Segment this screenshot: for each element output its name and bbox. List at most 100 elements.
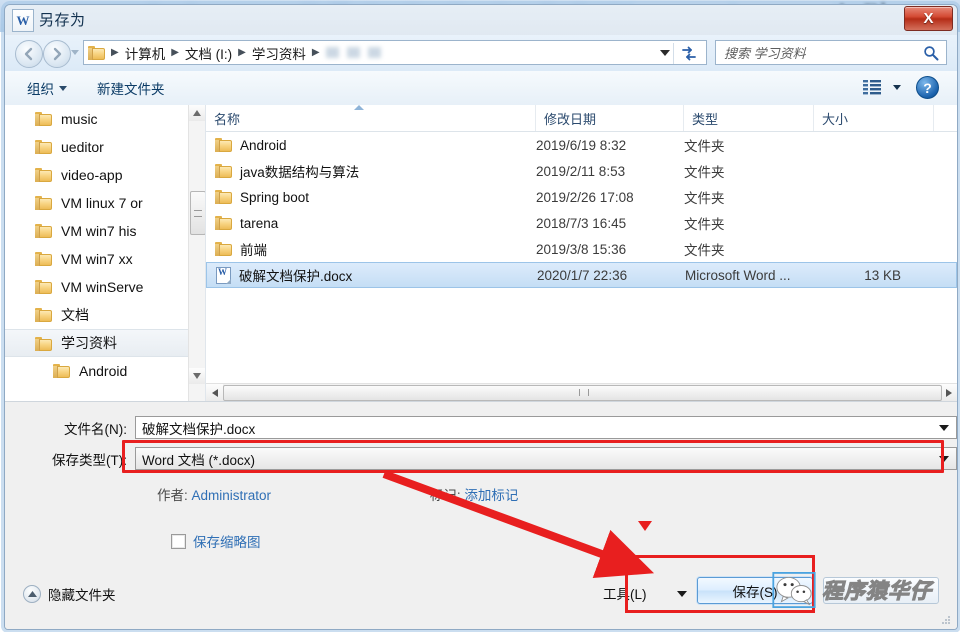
hide-folders-button[interactable]: 隐藏文件夹	[23, 584, 116, 604]
title-bar: W 另存为 X	[5, 5, 957, 35]
close-button[interactable]: X	[904, 6, 953, 31]
hscroll-right-button[interactable]	[940, 384, 957, 401]
tree-scroll-thumb[interactable]	[190, 191, 205, 235]
tree-item-label: Android	[79, 363, 128, 379]
save-thumbnail-option[interactable]: 保存缩略图	[171, 531, 261, 551]
file-type-cell: 文件夹	[684, 191, 725, 206]
address-bar[interactable]: ▶ 计算机 ▶ 文档 (I:) ▶ 学习资料 ▶	[83, 40, 707, 65]
forward-button[interactable]	[43, 40, 71, 68]
caret-down-icon	[193, 373, 201, 379]
file-row[interactable]: 破解文档保护.docx 2020/1/7 22:36 Microsoft Word …	[206, 262, 957, 288]
breadcrumb-overflow	[367, 47, 381, 58]
tree-item[interactable]: Android	[5, 357, 205, 385]
sort-ascending-icon	[354, 105, 364, 110]
breadcrumb-item-1[interactable]: 文档 (I:)	[183, 43, 234, 63]
tree-item[interactable]: music	[5, 105, 205, 133]
caret-left-icon	[211, 388, 218, 397]
file-name-cell: Spring boot	[206, 190, 536, 205]
caret-up-icon	[193, 110, 201, 116]
tree-item-label: video-app	[61, 167, 123, 183]
file-name-cell: java数据结构与算法	[206, 161, 536, 181]
hscroll-track[interactable]	[223, 384, 942, 401]
folder-icon	[35, 140, 52, 154]
file-row[interactable]: java数据结构与算法 2019/2/11 8:53 文件夹	[206, 158, 957, 184]
save-type-value: Word 文档 (*.docx)	[142, 452, 256, 468]
tools-button[interactable]: 工具(L)	[603, 583, 647, 603]
tree-item[interactable]: VM win7 his	[5, 217, 205, 245]
author-value[interactable]: Administrator	[192, 488, 272, 503]
file-row[interactable]: Android 2019/6/19 8:32 文件夹	[206, 132, 957, 158]
file-row[interactable]: 前端 2019/3/8 15:36 文件夹	[206, 236, 957, 262]
tree-item-label: VM win7 his	[61, 223, 137, 239]
save-button[interactable]: 保存(S)	[697, 577, 813, 604]
file-name-value: 破解文档保护.docx	[142, 421, 256, 437]
column-header-size[interactable]: 大小	[814, 105, 934, 131]
tree-item[interactable]: VM linux 7 or	[5, 189, 205, 217]
tree-vertical-scrollbar[interactable]	[188, 105, 205, 401]
file-name-row: 文件名(N): 破解文档保护.docx	[17, 416, 957, 439]
column-header-name[interactable]: 名称	[206, 105, 536, 131]
file-name-text: java数据结构与算法	[240, 165, 360, 180]
breadcrumb-separator: ▶	[311, 47, 320, 58]
save-thumbnail-checkbox[interactable]	[171, 533, 186, 549]
help-button[interactable]: ?	[916, 76, 939, 99]
file-type-cell: 文件夹	[684, 165, 725, 180]
recent-locations-chevron-icon[interactable]	[71, 50, 79, 55]
file-date-cell: 2019/3/8 15:36	[536, 241, 627, 257]
save-form: 文件名(N): 破解文档保护.docx 保存类型(T): Word 文档 (*.…	[5, 401, 957, 629]
folder-icon	[35, 224, 52, 238]
word-doc-icon	[216, 266, 231, 284]
file-rows: Android 2019/6/19 8:32 文件夹 java数据结构与算法 2019/…	[206, 132, 957, 288]
save-type-select[interactable]: Word 文档 (*.docx)	[135, 447, 957, 470]
tags-value[interactable]: 添加标记	[464, 488, 518, 503]
search-box[interactable]: 搜索 学习资料	[715, 40, 947, 65]
cancel-button[interactable]	[823, 577, 939, 604]
tools-chevron-down-icon[interactable]	[677, 591, 687, 597]
breadcrumb-item-2[interactable]: 学习资料	[250, 43, 308, 63]
new-folder-button[interactable]: 新建文件夹	[97, 78, 165, 98]
hide-folders-label: 隐藏文件夹	[48, 588, 116, 603]
view-mode-icon[interactable]	[862, 78, 882, 99]
file-name-cell: tarena	[206, 216, 536, 231]
file-row[interactable]: tarena 2018/7/3 16:45 文件夹	[206, 210, 957, 236]
file-name-text: tarena	[240, 215, 279, 231]
resize-grip-icon[interactable]	[940, 614, 952, 626]
hscroll-thumb[interactable]	[223, 385, 942, 401]
search-input[interactable]: 搜索 学习资料	[716, 43, 923, 62]
folder-icon	[35, 196, 52, 210]
breadcrumb-overflow	[325, 47, 339, 58]
chevron-down-icon[interactable]	[939, 425, 949, 431]
dialog-title: 另存为	[39, 12, 86, 29]
file-list-pane: 名称 修改日期 类型 大小 Android 2019/6/19 8:32 文件夹 ja…	[206, 105, 957, 401]
file-row[interactable]: Spring boot 2019/2/26 17:08 文件夹	[206, 184, 957, 210]
tree-item[interactable]: ueditor	[5, 133, 205, 161]
file-date-cell: 2019/2/26 17:08	[536, 189, 634, 205]
refresh-button[interactable]	[673, 43, 704, 64]
save-thumbnail-label: 保存缩略图	[193, 535, 261, 550]
navigation-bar: ▶ 计算机 ▶ 文档 (I:) ▶ 学习资料 ▶ 搜索 学习资料	[5, 35, 957, 71]
tree-item[interactable]: VM winServe	[5, 273, 205, 301]
tree-item-label: VM win7 xx	[61, 251, 133, 267]
file-list-horizontal-scrollbar[interactable]	[206, 383, 957, 401]
tree-item[interactable]: 文档	[5, 301, 205, 329]
file-name-cell: 破解文档保护.docx	[207, 265, 537, 285]
tree-item[interactable]: video-app	[5, 161, 205, 189]
folder-icon	[215, 138, 232, 152]
hscroll-left-button[interactable]	[206, 384, 223, 401]
file-name-input[interactable]: 破解文档保护.docx	[135, 416, 957, 439]
view-mode-chevron-icon[interactable]	[893, 85, 901, 90]
tree-item[interactable]: 学习资料	[5, 329, 205, 357]
scroll-up-button[interactable]	[189, 105, 205, 121]
back-button[interactable]	[15, 40, 43, 68]
breadcrumb-item-0[interactable]: 计算机	[123, 43, 168, 63]
scroll-down-button[interactable]	[189, 368, 205, 384]
column-header-date[interactable]: 修改日期	[536, 105, 684, 131]
address-dropdown-chevron-icon[interactable]	[660, 50, 670, 56]
tree-item[interactable]: VM win7 xx	[5, 245, 205, 273]
chevron-down-icon[interactable]	[939, 456, 949, 462]
folder-icon	[35, 168, 52, 182]
chevron-up-circle-icon	[23, 585, 41, 603]
word-app-icon: W	[12, 9, 34, 32]
column-header-type[interactable]: 类型	[684, 105, 814, 131]
organize-menu-button[interactable]: 组织	[27, 78, 67, 98]
